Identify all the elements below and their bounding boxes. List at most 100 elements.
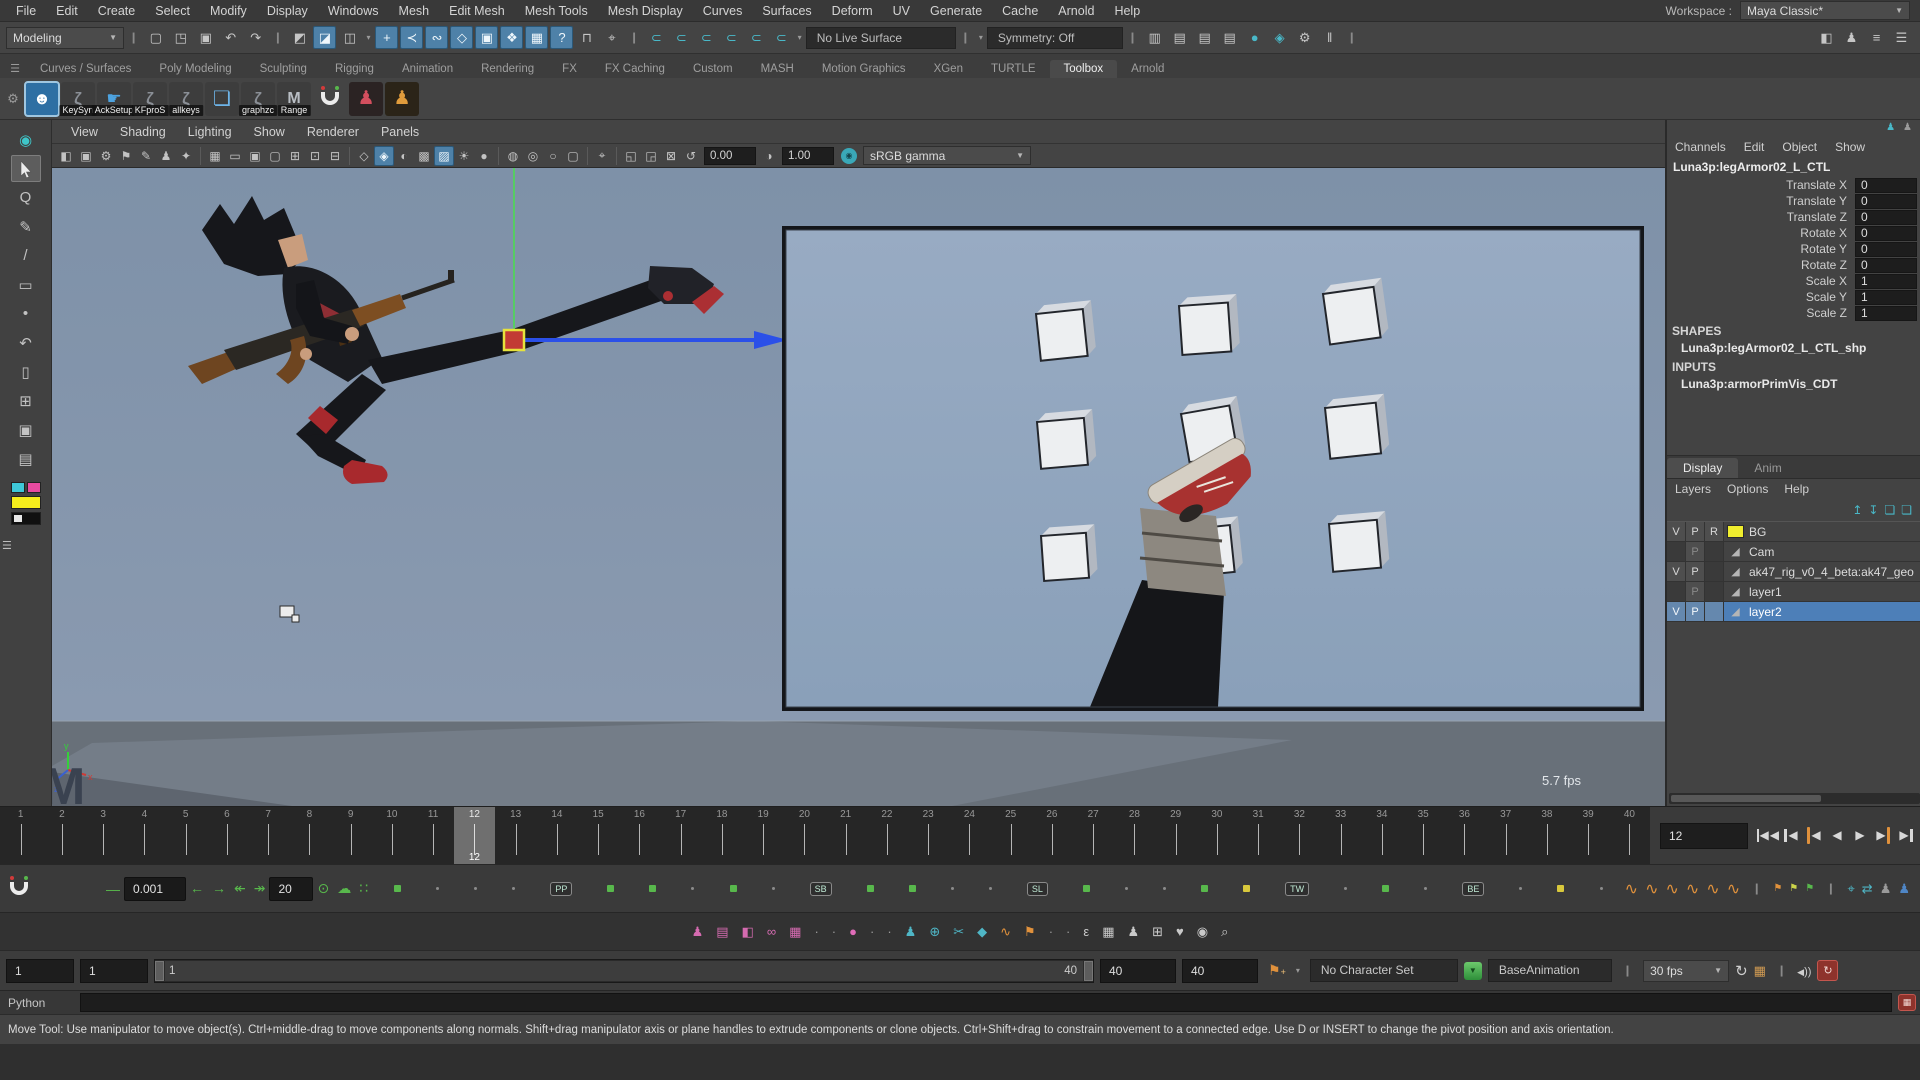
shelf-tab-rigging[interactable]: Rigging (321, 60, 388, 78)
frame-17[interactable]: 17 (660, 807, 701, 865)
frame-11[interactable]: 11 (413, 807, 454, 865)
frame-23[interactable]: 23 (908, 807, 949, 865)
layer-r-toggle[interactable] (1705, 562, 1724, 581)
pose-camera-icon[interactable]: ◧ (742, 925, 754, 938)
search-icon[interactable]: ⌕ (1221, 925, 1228, 938)
menu-mesh-tools[interactable]: Mesh Tools (515, 0, 598, 22)
layer-r-toggle[interactable] (1705, 542, 1724, 561)
shelf-tab-fx-caching[interactable]: FX Caching (591, 60, 679, 78)
range-handle-right[interactable] (1084, 961, 1093, 981)
xray-icon[interactable]: ◱ (621, 146, 641, 166)
frame-21[interactable]: 21 (825, 807, 866, 865)
frame-25[interactable]: 25 (990, 807, 1031, 865)
gate-mask-icon[interactable]: ▢ (265, 146, 285, 166)
epsilon-tool-icon[interactable]: ε (1083, 925, 1089, 938)
workspace-dropdown[interactable]: Maya Classic* ▼ (1740, 1, 1910, 20)
u-logo-icon[interactable] (10, 882, 28, 895)
menu-display[interactable]: Display (257, 0, 318, 22)
layer-menu-layers[interactable]: Layers (1675, 482, 1711, 496)
layer-menu-help[interactable]: Help (1784, 482, 1809, 496)
shelf-tab-motion-graphics[interactable]: Motion Graphics (808, 60, 920, 78)
strip-dot[interactable] (951, 887, 954, 890)
snap-help-icon[interactable]: ? (550, 26, 573, 49)
character-gray-icon[interactable]: ♟ (1880, 881, 1892, 897)
layer-p-toggle[interactable]: P (1686, 522, 1705, 541)
strip-sq[interactable] (607, 885, 614, 892)
frame-30[interactable]: 30 (1196, 807, 1237, 865)
snap-to-center-icon[interactable]: ▣ (475, 26, 498, 49)
wireframe-icon[interactable]: ◇ (354, 146, 374, 166)
strip-dot[interactable] (1519, 887, 1522, 890)
strip-dot[interactable] (1163, 887, 1166, 890)
shelf-tab-animation[interactable]: Animation (388, 60, 467, 78)
cube-3[interactable] (1322, 278, 1390, 345)
shelf-tab-fx[interactable]: FX (548, 60, 591, 78)
smooth-shade-icon[interactable]: ◈ (374, 146, 394, 166)
cube-7[interactable] (1040, 524, 1098, 581)
marquee-tool-icon[interactable]: ▭ (11, 271, 41, 298)
dot-tool-icon[interactable]: • (11, 300, 41, 327)
layer-r-toggle[interactable]: R (1705, 522, 1724, 541)
gaze-tool-icon[interactable]: ◉ (11, 126, 41, 153)
strip-dot[interactable] (691, 887, 694, 890)
shelf-acksetup[interactable]: ☛AckSetup (97, 82, 131, 116)
auto-keyframe-toggle[interactable]: ↻ (1817, 960, 1838, 981)
menu-create[interactable]: Create (88, 0, 146, 22)
occlusion-icon[interactable]: ● (474, 146, 494, 166)
channel-box-menu-channels[interactable]: Channels (1675, 140, 1726, 154)
snap-magnet-icon-5[interactable]: ⊂ (745, 26, 768, 49)
hypershade-icon[interactable]: ● (1243, 26, 1266, 49)
bookmark-pp[interactable]: PP (550, 882, 572, 896)
prev-keyed-icon[interactable]: ↞ (234, 880, 246, 897)
dot-marker[interactable]: · (887, 925, 891, 938)
move-layer-down-icon[interactable]: ↧ (1868, 503, 1878, 517)
command-language-toggle[interactable]: Python (0, 996, 80, 1010)
play-forward-button[interactable]: ▶ (1849, 821, 1871, 849)
layer-v-toggle[interactable] (1667, 582, 1686, 601)
dot-marker[interactable]: · (814, 925, 818, 938)
look-through-selected-icon[interactable]: ♟ (156, 146, 176, 166)
layer-row-layer1[interactable]: P◢layer1 (1667, 582, 1920, 602)
safe-title-icon[interactable]: ⊟ (325, 146, 345, 166)
layer-tab-anim[interactable]: Anim (1738, 458, 1797, 478)
shelf-allkeys[interactable]: ζallkeys (169, 82, 203, 116)
curve-tool-icon-5[interactable]: ∿ (1706, 879, 1719, 899)
layer-v-toggle[interactable] (1667, 542, 1686, 561)
menu-curves[interactable]: Curves (693, 0, 753, 22)
menu-edit[interactable]: Edit (46, 0, 88, 22)
shelf-tab-xgen[interactable]: XGen (920, 60, 977, 78)
safe-action-icon[interactable]: ⊡ (305, 146, 325, 166)
open-scene-icon[interactable]: ◳ (169, 26, 192, 49)
step-back-key-button[interactable]: ◀ (1803, 821, 1825, 849)
resolution-gate-icon[interactable]: ▣ (245, 146, 265, 166)
channel-value-field[interactable]: 0 (1855, 226, 1917, 241)
strip-dot[interactable] (474, 887, 477, 890)
menu-uv[interactable]: UV (883, 0, 920, 22)
frame-19[interactable]: 19 (743, 807, 784, 865)
curve-tool-icon-3[interactable]: ∿ (1665, 879, 1678, 899)
snap-to-point-icon[interactable]: ∾ (425, 26, 448, 49)
render-settings-icon[interactable]: ▤ (1218, 26, 1241, 49)
color-management-toggle[interactable]: ◉ (841, 148, 857, 164)
go-to-end-button[interactable]: ▶ (1895, 821, 1917, 849)
textured-icon[interactable]: ◐ (394, 146, 414, 166)
viewport-canvas[interactable]: 5.7 fps y x z M (52, 168, 1665, 806)
continuous-loop-icon[interactable]: ↻ (1735, 962, 1748, 980)
layer-v-toggle[interactable]: V (1667, 522, 1686, 541)
strip-dot[interactable] (436, 887, 439, 890)
move-layer-up-icon[interactable]: ↥ (1852, 503, 1862, 517)
camera-icon[interactable]: ◧ (56, 146, 76, 166)
active-pose-dot[interactable]: ● (849, 925, 857, 938)
shelf-graphzc[interactable]: ζgraphzc (241, 82, 275, 116)
bookmark-icon[interactable]: ⚑ (116, 146, 136, 166)
strip-sq[interactable] (909, 885, 916, 892)
strip-dot[interactable] (512, 887, 515, 890)
character-blue-icon[interactable]: ♟ (1898, 881, 1910, 897)
frame-28[interactable]: 28 (1114, 807, 1155, 865)
frame-27[interactable]: 27 (1073, 807, 1114, 865)
menu-help[interactable]: Help (1104, 0, 1150, 22)
cube-6[interactable] (1324, 394, 1390, 459)
menu-cache[interactable]: Cache (992, 0, 1048, 22)
go-to-start-button[interactable]: ◀◀ (1757, 821, 1779, 849)
render-setup-icon[interactable]: ⚙ (1293, 26, 1316, 49)
